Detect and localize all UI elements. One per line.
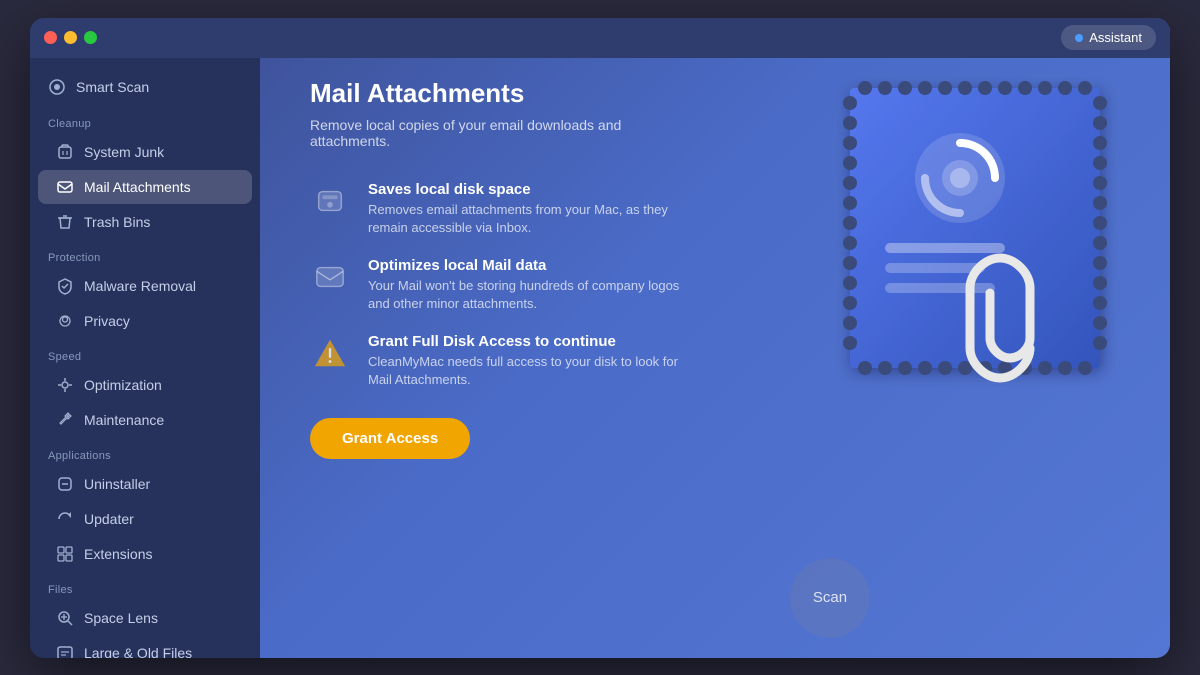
sidebar-item-malware-removal[interactable]: Malware Removal [38,269,252,303]
grant-access-button[interactable]: Grant Access [310,418,470,459]
assistant-button[interactable]: Assistant [1061,25,1156,50]
sidebar-section-files: Files [30,572,260,600]
sidebar-item-space-lens[interactable]: Space Lens [38,601,252,635]
feature-grant-access-title: Grant Full Disk Access to continue [368,333,698,350]
feature-mail-data: Optimizes local Mail data Your Mail won'… [310,257,790,313]
sidebar-item-updater[interactable]: Updater [38,502,252,536]
scan-button[interactable]: Scan [790,558,870,638]
warning-icon [313,336,347,370]
feature-disk-space-desc: Removes email attachments from your Mac,… [368,201,698,237]
feature-mail-data-title: Optimizes local Mail data [368,257,698,274]
minimize-button[interactable] [64,31,77,44]
maintenance-icon [56,411,74,429]
sidebar-item-system-junk[interactable]: System Junk [38,135,252,169]
sidebar-item-uninstaller[interactable]: Uninstaller [38,467,252,501]
maximize-button[interactable] [84,31,97,44]
sidebar-item-extensions[interactable]: Extensions [38,537,252,571]
mail-icon [313,260,347,294]
stamp-illustration [830,68,1130,398]
traffic-lights [44,31,97,44]
trash-bins-label: Trash Bins [84,214,150,230]
system-junk-label: System Junk [84,144,164,160]
space-lens-icon [56,609,74,627]
space-lens-label: Space Lens [84,610,158,626]
malware-removal-icon [56,277,74,295]
feature-grant-access-desc: CleanMyMac needs full access to your dis… [368,353,698,389]
disk-space-icon-wrap [310,181,350,221]
assistant-label: Assistant [1089,30,1142,45]
feature-grant-access: Grant Full Disk Access to continue Clean… [310,333,790,389]
uninstaller-icon [56,475,74,493]
sidebar-item-trash-bins[interactable]: Trash Bins [38,205,252,239]
feature-disk-space-title: Saves local disk space [368,181,698,198]
title-bar: Assistant [30,18,1170,58]
sidebar-item-maintenance[interactable]: Maintenance [38,403,252,437]
sidebar-section-speed: Speed [30,339,260,367]
scan-button-container: Scan [790,558,870,638]
close-button[interactable] [44,31,57,44]
malware-removal-label: Malware Removal [84,278,196,294]
feature-disk-space-text: Saves local disk space Removes email att… [368,181,698,237]
feature-grant-access-text: Grant Full Disk Access to continue Clean… [368,333,698,389]
mail-attachments-icon [56,178,74,196]
maintenance-label: Maintenance [84,412,164,428]
page-subtitle: Remove local copies of your email downlo… [310,117,690,149]
sidebar-item-privacy[interactable]: Privacy [38,304,252,338]
large-old-files-label: Large & Old Files [84,645,192,658]
sidebar-item-optimization[interactable]: Optimization [38,368,252,402]
sidebar-section-protection: Protection [30,240,260,268]
trash-bins-icon [56,213,74,231]
feature-mail-data-desc: Your Mail won't be storing hundreds of c… [368,277,698,313]
sidebar-item-smart-scan[interactable]: Smart Scan [30,68,260,106]
privacy-icon [56,312,74,330]
smart-scan-label: Smart Scan [76,79,149,95]
warning-icon-wrap [310,333,350,373]
sidebar-item-large-old-files[interactable]: Large & Old Files [38,636,252,658]
disk-icon [313,184,347,218]
smart-scan-icon [48,78,66,96]
extensions-label: Extensions [84,546,152,562]
main-content: Mail Attachments Remove local copies of … [260,18,1170,658]
sidebar-section-applications: Applications [30,438,260,466]
stamp-svg [830,68,1120,388]
extensions-icon [56,545,74,563]
sidebar-section-cleanup: Cleanup [30,106,260,134]
system-junk-icon [56,143,74,161]
privacy-label: Privacy [84,313,130,329]
app-window: Assistant Smart Scan Cleanup [30,18,1170,658]
optimization-label: Optimization [84,377,162,393]
uninstaller-label: Uninstaller [84,476,150,492]
updater-label: Updater [84,511,134,527]
assistant-dot-icon [1075,34,1083,42]
updater-icon [56,510,74,528]
sidebar: Smart Scan Cleanup System Junk [30,18,260,658]
mail-data-icon-wrap [310,257,350,297]
optimization-icon [56,376,74,394]
large-old-files-icon [56,644,74,658]
feature-disk-space: Saves local disk space Removes email att… [310,181,790,237]
feature-mail-data-text: Optimizes local Mail data Your Mail won'… [368,257,698,313]
mail-attachments-label: Mail Attachments [84,179,191,195]
features-list: Saves local disk space Removes email att… [310,181,790,390]
sidebar-item-mail-attachments[interactable]: Mail Attachments [38,170,252,204]
